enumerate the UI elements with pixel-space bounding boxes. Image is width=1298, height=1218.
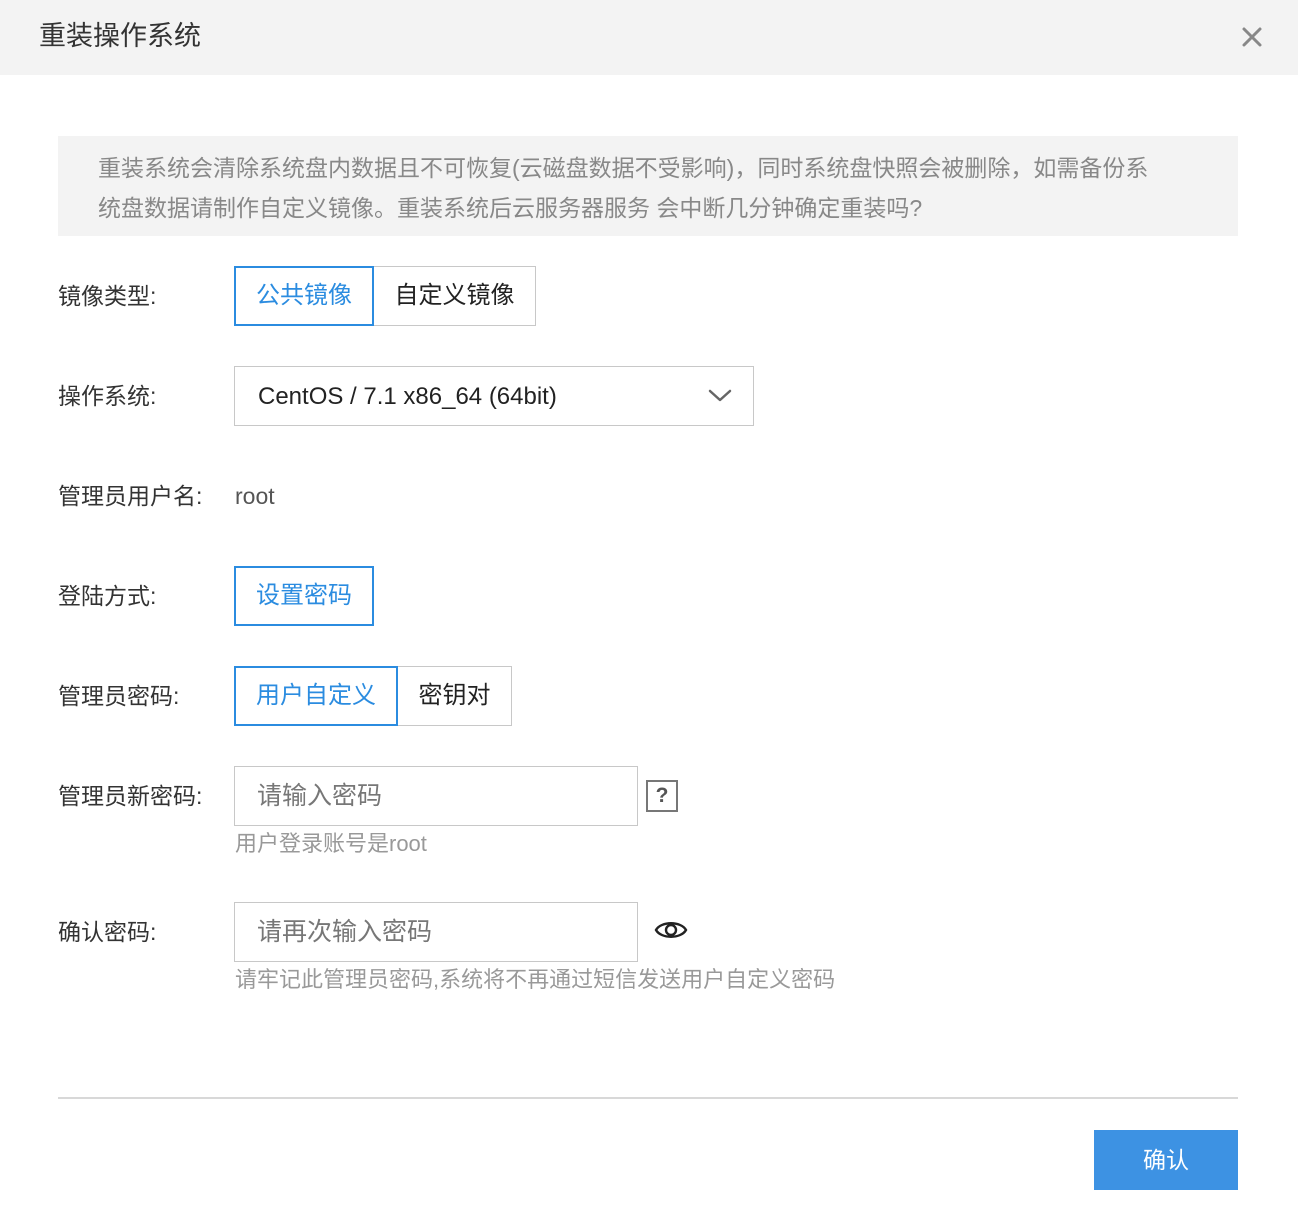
image-type-custom-button[interactable]: 自定义镜像 [374, 266, 536, 326]
new-password-hint: 用户登录账号是root [235, 831, 427, 856]
image-type-toggle: 公共镜像 自定义镜像 [234, 266, 536, 326]
help-icon[interactable]: ? [646, 780, 678, 812]
image-type-public-button[interactable]: 公共镜像 [234, 266, 374, 326]
admin-password-custom-button[interactable]: 用户自定义 [234, 666, 398, 726]
admin-password-keypair-button[interactable]: 密钥对 [398, 666, 512, 726]
dialog-title: 重装操作系统 [39, 21, 201, 51]
confirm-password-hint: 请牢记此管理员密码,系统将不再通过短信发送用户自定义密码 [235, 967, 836, 992]
image-type-label: 镜像类型: [58, 283, 157, 309]
login-method-toggle: 设置密码 [234, 566, 374, 626]
admin-username-label: 管理员用户名: [58, 483, 203, 509]
login-method-label: 登陆方式: [58, 583, 157, 609]
confirm-password-input[interactable] [234, 902, 638, 962]
dialog-header: 重装操作系统 [0, 0, 1298, 75]
notice-line-1: 重装系统会清除系统盘内数据且不可恢复(云磁盘数据不受影响)，同时系统盘快照会被删… [98, 155, 1149, 181]
admin-password-toggle: 用户自定义 密钥对 [234, 666, 512, 726]
admin-password-label: 管理员密码: [58, 683, 180, 709]
new-password-input[interactable] [234, 766, 638, 826]
chevron-down-icon [707, 385, 733, 407]
admin-username-value: root [235, 483, 275, 509]
footer-divider [58, 1097, 1238, 1099]
os-label: 操作系统: [58, 383, 157, 409]
os-select[interactable]: CentOS / 7.1 x86_64 (64bit) [234, 366, 754, 426]
os-select-value: CentOS / 7.1 x86_64 (64bit) [258, 383, 557, 410]
new-password-label: 管理员新密码: [58, 783, 203, 809]
notice-line-2: 统盘数据请制作自定义镜像。重装系统后云服务器服务 会中断几分钟确定重装吗? [98, 195, 923, 221]
confirm-button[interactable]: 确认 [1094, 1130, 1238, 1190]
reinstall-warning-notice: 重装系统会清除系统盘内数据且不可恢复(云磁盘数据不受影响)，同时系统盘快照会被删… [58, 136, 1238, 236]
close-icon[interactable] [1236, 21, 1268, 53]
confirm-password-label: 确认密码: [58, 919, 157, 945]
login-method-set-password-button[interactable]: 设置密码 [234, 566, 374, 626]
eye-icon[interactable] [654, 917, 688, 943]
